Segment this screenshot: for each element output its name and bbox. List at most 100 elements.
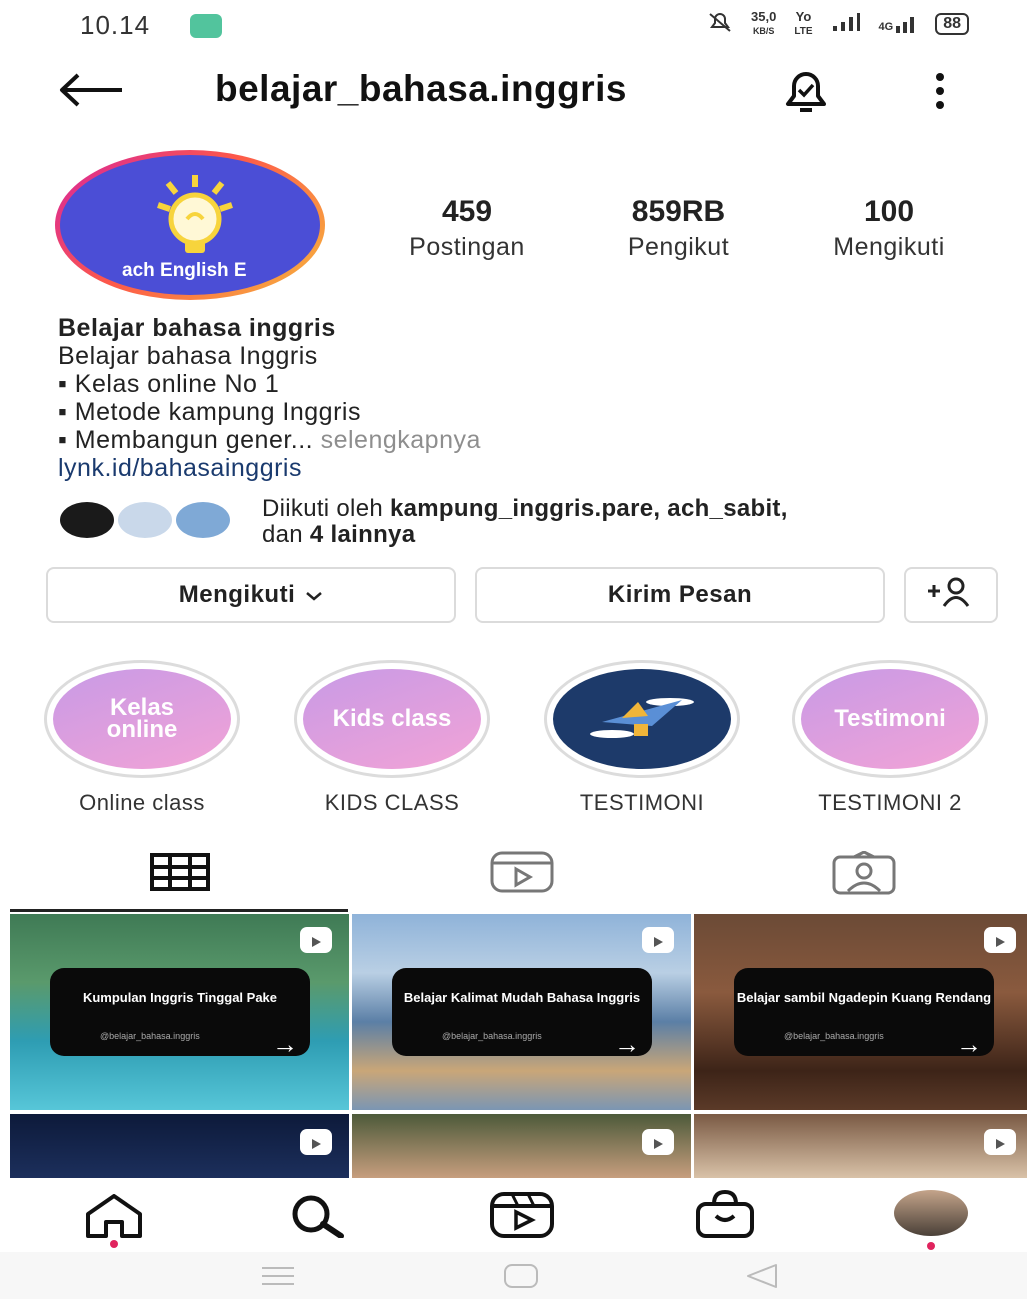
bio-name: Belajar bahasa inggris [58,314,336,342]
arrow-left-icon[interactable] [58,72,124,108]
stat-followers-label: Pengikut [627,233,730,261]
bio-link[interactable]: lynk.id/bahasainggris [58,454,481,482]
reels-icon [641,1128,675,1156]
highlight-cover: Kelas online [53,669,231,769]
add-user-button[interactable] [904,567,998,623]
bio-line: ▪ Membangun gener... [58,426,314,454]
system-nav-bar [0,1252,1027,1299]
stat-following[interactable]: 100 Mengikuti [810,195,968,262]
add-user-icon [926,577,976,614]
stat-posts-label: Postingan [409,233,525,261]
profile-header: belajar_bahasa.inggris [0,60,1027,120]
avatar-image: ach English E [60,155,320,295]
battery-indicator: 88 [935,13,969,35]
followed-by[interactable]: Diikuti oleh kampung_inggris.pare, ach_s… [58,495,998,548]
follower-avatar [58,500,116,540]
volte-top: Yo [795,9,812,24]
signal-4g-label: 4G [878,21,894,33]
reels-icon [299,926,333,954]
search-icon[interactable] [285,1194,349,1243]
followed-by-names: kampung_inggris.pare, ach_sabit, [389,495,788,522]
post-tile[interactable]: Belajar Kalimat Mudah Bahasa Inggris @be… [352,914,691,1110]
post-card: Belajar Kalimat Mudah Bahasa Inggris @be… [392,968,652,1059]
home-square-icon[interactable] [502,1262,540,1295]
active-tab-indicator [10,909,348,912]
highlight-ring: Kelas online [44,660,240,778]
grid-icon[interactable] [150,853,210,896]
back-triangle-icon[interactable] [744,1262,780,1295]
menu-icon[interactable] [258,1264,298,1293]
status-time: 10.14 [80,10,151,40]
follower-avatar [174,500,232,540]
message-button[interactable]: Kirim Pesan [475,567,885,623]
avatar-caption: ach English E [122,260,247,281]
highlight-label: TESTIMONI [579,790,705,815]
post-tile[interactable]: Belajar sambil Ngadepin Kuang Rendang @b… [694,914,1027,1110]
status-bar: 10.14 35,0 KB/S Yo LTE 4G 88 [0,0,1027,52]
arrow-right-icon: → [956,1029,982,1059]
message-button-label: Kirim Pesan [607,581,753,608]
following-button-label: Mengikuti [178,581,296,608]
net-speed: 35,0 KB/S [751,10,776,38]
highlight-cover: Testimoni [801,669,979,769]
more-vertical-icon[interactable] [930,72,950,110]
followed-by-mid: dan [262,521,310,548]
post-tile[interactable] [10,1114,349,1178]
mute-icon [707,11,733,38]
profile-avatar[interactable]: ach English E [55,150,325,300]
highlight-kids-class[interactable]: Kids class KIDS CLASS [292,660,492,816]
net-speed-value: 35,0 [751,9,777,24]
post-handle: @belajar_bahasa.inggris [100,1031,200,1041]
airplane-icon [582,682,702,756]
post-title: Kumpulan Inggris Tinggal Pake [82,990,278,1005]
volte-bottom: LTE [794,26,813,37]
post-card: Kumpulan Inggris Tinggal Pake @belajar_b… [50,968,310,1059]
highlight-ring [544,660,740,778]
tagged-icon[interactable] [832,850,896,900]
reels-icon[interactable] [490,1192,554,1243]
followed-by-others: 4 lainnya [309,521,416,548]
app-notification-icon [190,14,222,38]
post-tile[interactable]: Kumpulan Inggris Tinggal Pake @belajar_b… [10,914,349,1110]
home-icon[interactable] [84,1194,144,1243]
highlight-cover: Kids class [303,669,481,769]
lightbulb-icon [150,173,240,268]
bio-line-truncated: ▪ Membangun gener... selengkapnya [58,426,481,454]
profile-username: belajar_bahasa.inggris [215,68,628,109]
reels-icon [299,1128,333,1156]
stat-following-value: 100 [863,195,915,228]
stat-following-label: Mengikuti [833,233,945,261]
arrow-right-icon: → [614,1029,640,1059]
signal-4g-icon: 4G [879,14,918,34]
post-handle: @belajar_bahasa.inggris [442,1031,542,1041]
post-tile[interactable] [694,1114,1027,1178]
reels-icon[interactable] [490,851,554,898]
notification-dot [110,1240,118,1248]
bio-line: Belajar bahasa Inggris [58,342,318,370]
bell-icon[interactable] [778,70,834,114]
shop-icon[interactable] [694,1189,756,1243]
bio-line: ▪ Metode kampung Inggris [58,398,361,426]
stat-posts[interactable]: 459 Postingan [388,195,546,262]
following-button[interactable]: Mengikuti [46,567,456,623]
profile-avatar-nav[interactable] [894,1190,968,1236]
highlight-ring: Kids class [294,660,490,778]
post-card: Belajar sambil Ngadepin Kuang Rendang @b… [734,968,994,1059]
post-grid: Kumpulan Inggris Tinggal Pake @belajar_b… [10,914,1027,1178]
reels-icon [983,1128,1017,1156]
arrow-right-icon: → [272,1029,298,1059]
highlight-online-class[interactable]: Kelas online Online class [42,660,242,816]
highlight-label: Online class [79,790,205,815]
signal-icon [831,12,861,37]
highlight-testimoni[interactable]: TESTIMONI [542,660,742,816]
reels-icon [641,926,675,954]
highlight-ring: Testimoni [792,660,988,778]
reels-icon [983,926,1017,954]
status-right: 35,0 KB/S Yo LTE 4G 88 [707,10,969,38]
post-title: Belajar sambil Ngadepin Kuang Rendang [736,990,992,1005]
chevron-down-icon [305,581,323,609]
post-tile[interactable] [352,1114,691,1178]
stat-followers[interactable]: 859RB Pengikut [606,195,751,262]
see-more-link[interactable]: selengkapnya [313,426,481,454]
highlight-testimoni-2[interactable]: Testimoni TESTIMONI 2 [790,660,990,816]
